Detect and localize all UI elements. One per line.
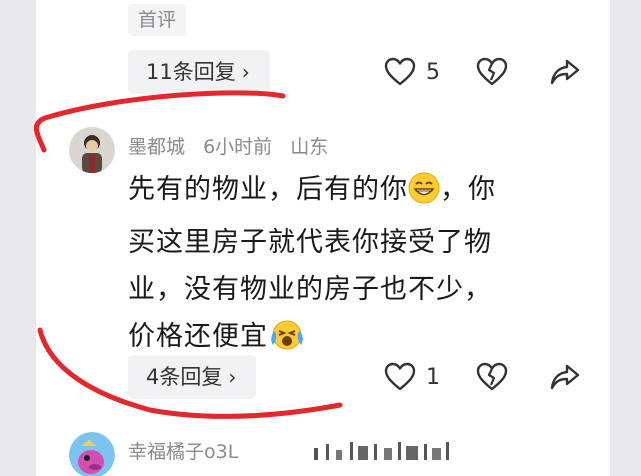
- share-button[interactable]: [550, 50, 580, 94]
- comment-line-1: 先有的物业，后有的你: [128, 174, 408, 205]
- comment-feed: 首评 11条回复 › 5 墨都城 6小时前 山东 先有的物业，后有的你 ，你 买这: [36, 0, 610, 476]
- comment-meta-next: 幸福橘子o3L: [128, 437, 250, 464]
- comment-line-3: 业，没有物业的房子也不少，: [128, 274, 492, 305]
- like-count: 1: [426, 364, 440, 390]
- location: 山东: [290, 136, 329, 158]
- avatar[interactable]: [69, 127, 115, 173]
- username[interactable]: 幸福橘子o3L: [128, 441, 238, 463]
- grinning-emoji-icon: [408, 172, 440, 219]
- broken-heart-icon: [476, 362, 508, 391]
- comment-actions: 5: [384, 50, 584, 94]
- comment-meta: 墨都城 6小时前 山东: [128, 132, 340, 159]
- like-button[interactable]: 1: [384, 355, 440, 399]
- redacted-text-mark: [314, 442, 449, 460]
- view-replies-button-2[interactable]: 4条回复 ›: [128, 355, 257, 399]
- share-icon: [550, 364, 580, 390]
- heart-icon: [384, 362, 416, 391]
- chevron-right-icon: ›: [241, 60, 250, 84]
- first-comment-tag: 首评: [128, 4, 187, 36]
- avatar[interactable]: [69, 432, 115, 476]
- comment-body: 先有的物业，后有的你 ，你 买这里房子就代表你接受了物 业，没有物业的房子也不少，…: [128, 166, 578, 366]
- replies-count-label: 4条回复: [146, 365, 223, 389]
- share-button[interactable]: [550, 355, 580, 399]
- username[interactable]: 墨都城: [128, 136, 185, 158]
- heart-icon: [384, 57, 416, 86]
- like-button[interactable]: 5: [384, 50, 440, 94]
- replies-count-label: 11条回复: [146, 60, 236, 84]
- crying-laughing-emoji-icon: [268, 317, 306, 366]
- dislike-button[interactable]: [476, 50, 508, 94]
- comment-line-2: 买这里房子就代表你接受了物: [128, 227, 492, 258]
- share-icon: [550, 59, 580, 85]
- comment-actions-2: 1: [384, 355, 584, 399]
- like-count: 5: [426, 59, 440, 85]
- comment-line-1-tail: ，你: [440, 174, 496, 205]
- broken-heart-icon: [476, 57, 508, 86]
- comment-line-4: 价格还便宜: [128, 321, 268, 352]
- chevron-right-icon: ›: [228, 365, 237, 389]
- timestamp: 6小时前: [203, 136, 273, 158]
- dislike-button[interactable]: [476, 355, 508, 399]
- view-replies-button[interactable]: 11条回复 ›: [128, 50, 270, 94]
